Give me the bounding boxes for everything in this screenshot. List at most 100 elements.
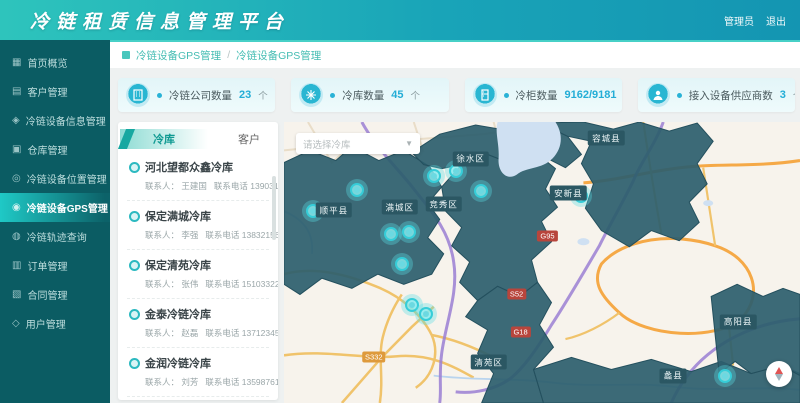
- user-name[interactable]: 管理员: [724, 13, 754, 28]
- district-label: 顺平县: [316, 203, 353, 218]
- list-item[interactable]: 保定清苑冷库联系人： 张伟联系电话 15103322158: [127, 250, 269, 299]
- logout-link[interactable]: 退出: [766, 13, 786, 28]
- company-head: 保定满城冷库: [129, 208, 267, 224]
- device-gps-icon: ◉: [12, 202, 21, 213]
- app-title: 冷链租赁信息管理平台: [30, 7, 290, 34]
- sidebar-item-label: 冷链设备信息管理: [26, 113, 106, 128]
- district-label: 安新县: [550, 186, 587, 201]
- coldstore-panel: 冷库 客户 河北望都众鑫冷库联系人： 王建国联系电话 13903120001保定…: [118, 122, 278, 400]
- sidebar-item[interactable]: ▣ 仓库管理: [0, 135, 110, 164]
- user-area: 管理员 退出: [724, 13, 786, 28]
- sidebar-item-label: 用户管理: [26, 316, 66, 331]
- sidebar-item[interactable]: ▦首页概览: [0, 48, 110, 77]
- coldstore-icon: [129, 260, 140, 271]
- coldstore-marker-icon[interactable]: [346, 179, 368, 201]
- sidebar-item[interactable]: ◇ 用户管理: [0, 309, 110, 338]
- stat-label: 接入设备供应商数: [689, 88, 773, 103]
- tab-customer[interactable]: 客户: [238, 131, 260, 147]
- stat-card-suppliers: 接入设备供应商数 3 个: [638, 78, 795, 112]
- orders-icon: ▥: [12, 260, 21, 271]
- company-list: 河北望都众鑫冷库联系人： 王建国联系电话 13903120001保定满城冷库联系…: [118, 150, 278, 400]
- coldstore-marker-icon[interactable]: [391, 253, 413, 275]
- customers-icon: ▤: [12, 86, 21, 97]
- list-item[interactable]: 金泰冷链冷库联系人： 赵磊联系电话 13712345678: [127, 299, 269, 348]
- sidebar-menu: ▦首页概览▤客户管理◈冷链设备信息管理 ▣ 仓库管理 ◎冷链设备位置管理 ◉ 冷链设备GP…: [0, 40, 110, 403]
- users-icon: ◇: [12, 318, 20, 329]
- company-name: 河北望都众鑫冷库: [145, 159, 233, 175]
- list-scrollbar[interactable]: [272, 176, 276, 240]
- compass-needle-north: [775, 367, 783, 374]
- sidebar-item[interactable]: ▧合同管理: [0, 280, 110, 309]
- stat-unit: 个: [793, 88, 795, 102]
- bullet-dot: [677, 93, 682, 98]
- coldstore-icon: [129, 309, 140, 320]
- list-item[interactable]: 望都鑫源冷库联系人： 陈晨联系电话 13011223344: [127, 397, 269, 400]
- sidebar-item-label: 冷链轨迹查询: [27, 229, 87, 244]
- breadcrumb-separator: /: [227, 49, 230, 61]
- company-name: 保定满城冷库: [145, 208, 211, 224]
- marker-core: [399, 261, 405, 267]
- road-shield: S52: [507, 289, 526, 300]
- stat-label: 冷链公司数量: [169, 88, 232, 103]
- company-head: 金泰冷链冷库: [129, 306, 267, 322]
- marker-core: [388, 231, 394, 237]
- sidebar-item-label: 订单管理: [27, 258, 67, 273]
- stat-value: 45: [391, 89, 403, 101]
- stat-card-companies: 冷链公司数量 23 个: [118, 78, 275, 112]
- road-shield: S332: [362, 352, 386, 363]
- marker-core: [406, 229, 412, 235]
- sidebar-item[interactable]: ◈冷链设备信息管理: [0, 106, 110, 135]
- coldstore-marker-icon[interactable]: [714, 365, 736, 387]
- sidebar-item-label: 冷链设备GPS管理: [27, 200, 108, 215]
- company-contact-line: 联系人： 刘芳联系电话 13598761234: [145, 376, 267, 388]
- company-icon: [126, 83, 150, 107]
- coldstore-marker-icon[interactable]: [415, 303, 437, 325]
- list-item[interactable]: 保定满城冷库联系人： 李强联系电话 13832156688: [127, 201, 269, 250]
- district-label: 容城县: [588, 131, 625, 146]
- coldstore-marker-icon[interactable]: [423, 165, 445, 187]
- district-label: 清苑区: [470, 355, 507, 370]
- sidebar-item[interactable]: ▤客户管理: [0, 77, 110, 106]
- company-name: 金泰冷链冷库: [145, 306, 211, 322]
- list-item[interactable]: 河北望都众鑫冷库联系人： 王建国联系电话 13903120001: [127, 152, 269, 201]
- bullet-dot: [330, 93, 335, 98]
- bullet-dot: [157, 93, 162, 98]
- breadcrumb-root[interactable]: 冷链设备GPS管理: [136, 48, 221, 63]
- map-canvas[interactable]: 顺平县满城区竞秀区徐水区容城县安新县清苑区蠡县高阳县S332G95S52G18 …: [284, 122, 800, 403]
- sidebar-item[interactable]: ◎冷链设备位置管理: [0, 164, 110, 193]
- coldstore-icon: [129, 358, 140, 369]
- person-icon: [646, 83, 670, 107]
- company-name: 金润冷链冷库: [145, 355, 211, 371]
- contact-person: 联系人： 赵磊: [145, 327, 198, 339]
- district-label: 徐水区: [452, 151, 489, 166]
- contact-person: 联系人： 王建国: [145, 180, 207, 192]
- coldstore-marker-icon[interactable]: [398, 221, 420, 243]
- tab-coldstore[interactable]: 冷库: [120, 129, 208, 149]
- company-contact-line: 联系人： 李强联系电话 13832156688: [145, 229, 267, 241]
- sidebar-item-label: 仓库管理: [27, 142, 67, 157]
- stat-value: 3: [780, 89, 786, 101]
- track-query-icon: ◍: [12, 231, 21, 242]
- company-contact-line: 联系人： 王建国联系电话 13903120001: [145, 180, 267, 192]
- coldstore-marker-icon[interactable]: [470, 180, 492, 202]
- marker-core: [423, 311, 429, 317]
- breadcrumb-icon: [122, 51, 130, 59]
- coldstore-select[interactable]: 请选择冷库 ▼: [296, 133, 420, 154]
- road-shield: G18: [510, 326, 530, 337]
- marker-core: [478, 188, 484, 194]
- sidebar-item[interactable]: ◉ 冷链设备GPS管理: [0, 193, 110, 222]
- sidebar-item[interactable]: ◍ 冷链轨迹查询: [0, 222, 110, 251]
- contact-phone: 联系电话 13598761234: [205, 376, 278, 388]
- company-head: 保定清苑冷库: [129, 257, 267, 273]
- road-shield: G95: [537, 230, 557, 241]
- sidebar-item[interactable]: ▥ 订单管理: [0, 251, 110, 280]
- marker-core: [431, 173, 437, 179]
- district-label: 满城区: [382, 200, 419, 215]
- district-label: 竞秀区: [425, 197, 462, 212]
- compass-needle-south: [775, 374, 783, 381]
- device-location-icon: ◎: [12, 173, 21, 184]
- warehouse-icon: ▣: [12, 144, 21, 155]
- list-item[interactable]: 金润冷链冷库联系人： 刘芳联系电话 13598761234: [127, 348, 269, 397]
- compass-control[interactable]: [766, 361, 792, 387]
- company-head: 金润冷链冷库: [129, 355, 267, 371]
